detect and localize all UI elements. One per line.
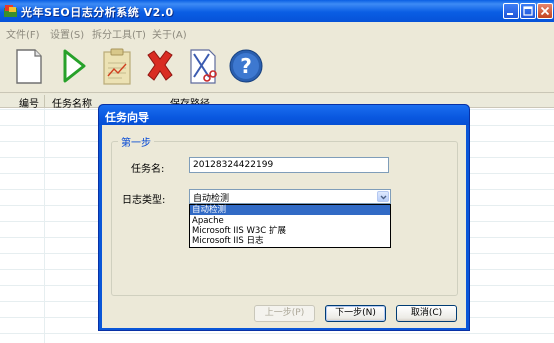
delete-task-button[interactable] bbox=[140, 45, 180, 87]
toolbar: ? bbox=[0, 41, 554, 93]
prev-step-button[interactable]: 上一步(P) bbox=[254, 305, 315, 322]
menu-split-tools[interactable]: 拆分工具(T) bbox=[92, 26, 146, 41]
view-report-button[interactable] bbox=[96, 45, 136, 87]
task-name-input[interactable] bbox=[189, 157, 389, 173]
option-iis-log[interactable]: Microsoft IIS 日志 bbox=[190, 236, 390, 246]
log-type-value: 自动检测 bbox=[193, 194, 230, 204]
step-label: 第一步 bbox=[118, 134, 154, 149]
split-tool-icon bbox=[190, 49, 217, 84]
dropdown-arrow-button[interactable] bbox=[377, 191, 389, 202]
help-button[interactable]: ? bbox=[226, 45, 266, 87]
close-button[interactable] bbox=[537, 3, 553, 19]
log-type-select[interactable]: 自动检测 bbox=[189, 189, 391, 204]
new-task-button[interactable] bbox=[8, 45, 48, 87]
option-apache[interactable]: Apache bbox=[190, 216, 390, 226]
minimize-icon bbox=[507, 13, 513, 15]
log-type-options: 自动检测 Apache Microsoft IIS W3C 扩展 Microso… bbox=[189, 204, 391, 248]
menu-bar: 文件(F) 设置(S) 拆分工具(T) 关于(A) bbox=[0, 22, 554, 41]
dialog-title: 任务向导 bbox=[105, 111, 149, 124]
option-iis-w3c[interactable]: Microsoft IIS W3C 扩展 bbox=[190, 226, 390, 236]
maximize-icon bbox=[523, 6, 533, 16]
new-document-icon bbox=[16, 49, 42, 84]
log-type-label: 日志类型: bbox=[122, 195, 166, 206]
dialog-title-bar[interactable]: 任务向导 bbox=[99, 105, 469, 125]
minimize-button[interactable] bbox=[503, 3, 519, 19]
next-step-button[interactable]: 下一步(N) bbox=[325, 305, 386, 322]
option-auto-detect[interactable]: 自动检测 bbox=[190, 205, 390, 215]
delete-icon bbox=[147, 50, 173, 81]
task-wizard-dialog: 任务向导 第一步 任务名: 日志类型: 自动检测 自动检测 Apache Mic… bbox=[98, 104, 470, 331]
maximize-button[interactable] bbox=[520, 3, 536, 19]
main-window: 光年SEO日志分析系统 V2.0 文件(F) 设置(S) 拆分工具(T) 关于(… bbox=[0, 0, 554, 343]
task-name-label: 任务名: bbox=[131, 164, 165, 175]
column-id[interactable]: 编号 bbox=[19, 95, 39, 110]
window-title: 光年SEO日志分析系统 V2.0 bbox=[21, 6, 174, 19]
menu-file[interactable]: 文件(F) bbox=[6, 26, 40, 41]
chevron-down-icon bbox=[380, 195, 387, 200]
split-log-button[interactable] bbox=[183, 45, 223, 87]
help-icon: ? bbox=[229, 49, 263, 83]
close-icon bbox=[540, 6, 550, 16]
play-icon bbox=[63, 49, 86, 83]
menu-settings[interactable]: 设置(S) bbox=[50, 26, 84, 41]
svg-text:?: ? bbox=[240, 54, 252, 78]
cancel-button[interactable]: 取消(C) bbox=[396, 305, 457, 322]
start-analysis-button[interactable] bbox=[52, 45, 92, 87]
app-icon bbox=[4, 5, 17, 17]
title-bar[interactable]: 光年SEO日志分析系统 V2.0 bbox=[0, 0, 554, 22]
menu-about[interactable]: 关于(A) bbox=[152, 26, 187, 41]
column-task-name[interactable]: 任务名称 bbox=[52, 95, 92, 110]
report-icon bbox=[103, 48, 131, 85]
dialog-body: 第一步 任务名: 日志类型: 自动检测 自动检测 Apache Microsof… bbox=[102, 125, 466, 328]
